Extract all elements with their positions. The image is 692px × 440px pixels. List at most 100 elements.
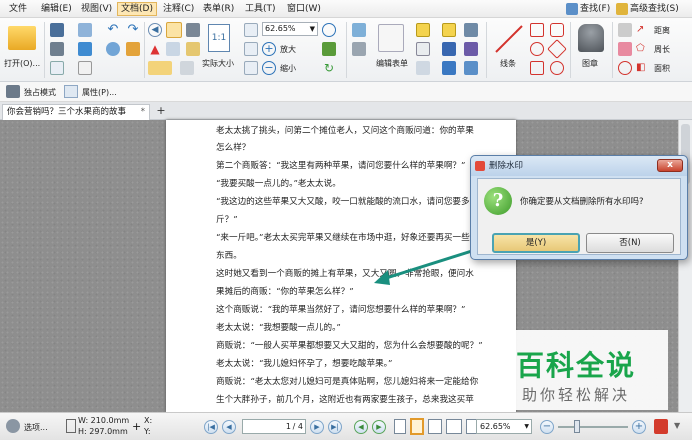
ellipse-tool-icon[interactable] — [530, 42, 544, 56]
list-field-icon[interactable] — [416, 61, 430, 75]
properties-label[interactable]: 属性(P)... — [82, 87, 117, 98]
text-field-icon[interactable] — [416, 23, 430, 37]
typewriter-icon[interactable] — [442, 23, 456, 37]
undo-icon[interactable]: ↶ — [106, 23, 120, 37]
exclusive-mode-label[interactable]: 独占模式 — [24, 87, 56, 98]
options-button[interactable]: 选项... — [24, 422, 48, 433]
crop-icon[interactable] — [180, 61, 194, 75]
status-dropdown-icon[interactable]: ▼ — [674, 421, 680, 430]
actual-size-icon[interactable]: 1:1 — [208, 24, 230, 52]
area-icon[interactable]: ◧ — [636, 61, 650, 75]
facing-view-icon[interactable] — [428, 419, 442, 434]
new-doc-icon[interactable] — [50, 61, 64, 75]
zoom-status-select[interactable]: 62.65% ▼ — [476, 419, 532, 434]
square-tool-icon[interactable] — [530, 61, 544, 75]
distance-label[interactable]: 距离 — [654, 25, 670, 36]
zoom-tool-icon[interactable] — [322, 23, 336, 37]
zoom-out-label[interactable]: 缩小 — [280, 63, 296, 74]
audio-icon[interactable] — [464, 61, 478, 75]
zoom-select[interactable]: 62.65% ▼ — [262, 22, 318, 36]
actual-size-label[interactable]: 实际大小 — [202, 58, 234, 69]
last-page-button[interactable]: ▶| — [328, 420, 342, 434]
cursor-icon[interactable]: ▲ — [148, 42, 162, 56]
checkbox-tool-icon[interactable] — [352, 42, 366, 56]
rotate-icon[interactable] — [322, 42, 336, 56]
eraser-icon[interactable] — [618, 42, 632, 56]
cloud-icon[interactable] — [78, 42, 92, 56]
properties-icon[interactable] — [64, 85, 78, 98]
perimeter-icon[interactable]: ⬠ — [636, 42, 650, 56]
zoom-out-status-button[interactable]: − — [540, 420, 554, 434]
first-page-button[interactable]: |◀ — [204, 420, 218, 434]
zoom-out-icon[interactable]: − — [262, 61, 276, 75]
text-color-icon[interactable] — [442, 61, 456, 75]
email-icon[interactable] — [78, 23, 92, 37]
text-box-icon[interactable] — [442, 42, 456, 56]
zoom-slider-handle[interactable] — [574, 420, 580, 433]
go-forward-button[interactable]: ▶ — [372, 420, 386, 434]
camera-icon[interactable] — [186, 23, 200, 37]
settings-icon[interactable] — [126, 42, 140, 56]
stamp-icon[interactable] — [578, 24, 604, 52]
menu-view[interactable]: 视图(V) — [78, 2, 115, 16]
globe-icon[interactable] — [106, 42, 120, 56]
polygon-tool-icon[interactable] — [550, 23, 564, 37]
area-label[interactable]: 面积 — [654, 63, 670, 74]
document-tab[interactable]: 你会营销吗？三个水果商的故事 * — [2, 104, 150, 120]
cover-view-icon[interactable] — [446, 419, 462, 434]
page-icon[interactable] — [78, 61, 92, 75]
print-icon[interactable] — [50, 42, 64, 56]
pencil-icon[interactable] — [618, 23, 632, 37]
hand-tool-icon[interactable] — [166, 22, 182, 38]
page-fit-icon[interactable] — [244, 23, 258, 37]
snapshot-icon[interactable] — [186, 42, 200, 56]
zoom-in-label[interactable]: 放大 — [280, 44, 296, 55]
no-button[interactable]: 否(N) — [586, 233, 674, 253]
open-label[interactable]: 打开(O)... — [4, 58, 40, 69]
line-tool-icon[interactable] — [494, 24, 524, 54]
redo-icon[interactable]: ↷ — [126, 23, 140, 37]
perimeter-label[interactable]: 周长 — [654, 44, 670, 55]
single-page-view-icon[interactable] — [394, 419, 406, 434]
no-entry-icon[interactable] — [618, 61, 632, 75]
open-folder-icon[interactable] — [8, 26, 36, 50]
go-back-button[interactable]: ◀ — [354, 420, 368, 434]
text-select-icon[interactable] — [148, 61, 172, 75]
fit-width-icon[interactable] — [244, 42, 258, 56]
menu-form[interactable]: 表单(R) — [200, 2, 237, 16]
zoom-slider-track[interactable] — [558, 426, 628, 428]
zoom-in-status-button[interactable]: + — [632, 420, 646, 434]
pentagon-tool-icon[interactable] — [547, 39, 567, 59]
fit-page-icon[interactable] — [244, 61, 258, 75]
save-icon[interactable] — [50, 23, 64, 37]
edit-form-icon[interactable] — [378, 24, 404, 52]
lines-label[interactable]: 线条 — [500, 58, 516, 69]
prev-page-button[interactable]: ◀ — [222, 420, 236, 434]
edit-form-label[interactable]: 编辑表单 — [376, 58, 408, 69]
options-gear-icon[interactable] — [6, 419, 20, 433]
advanced-find-button[interactable]: 高级查找(S) — [616, 1, 679, 17]
form-field-icon[interactable] — [352, 23, 366, 37]
continuous-view-icon[interactable] — [410, 418, 424, 435]
exclusive-mode-icon[interactable] — [6, 85, 20, 98]
menu-tools[interactable]: 工具(T) — [242, 2, 279, 16]
menu-file[interactable]: 文件 — [6, 2, 30, 16]
dialog-close-button[interactable]: x — [657, 159, 683, 172]
select-icon[interactable] — [166, 42, 180, 56]
link-icon[interactable] — [464, 23, 478, 37]
menu-comment[interactable]: 注释(C) — [160, 2, 197, 16]
yes-button[interactable]: 是(Y) — [492, 233, 580, 253]
back-icon[interactable]: ◀ — [148, 23, 162, 37]
rectangle-tool-icon[interactable] — [530, 23, 544, 37]
cloud-tool-icon[interactable] — [550, 61, 564, 75]
stamp-label[interactable]: 图章 — [582, 58, 598, 69]
next-page-button[interactable]: ▶ — [310, 420, 324, 434]
page-number-input[interactable]: 1 / 4 — [242, 419, 306, 434]
button-field-icon[interactable] — [416, 42, 430, 56]
refresh-icon[interactable]: ↻ — [322, 61, 336, 75]
new-tab-button[interactable]: + — [154, 104, 168, 118]
menu-window[interactable]: 窗口(W) — [284, 2, 324, 16]
distance-icon[interactable]: ↗ — [636, 23, 650, 37]
find-button[interactable]: 查找(F) — [566, 1, 610, 17]
attach-icon[interactable] — [464, 42, 478, 56]
